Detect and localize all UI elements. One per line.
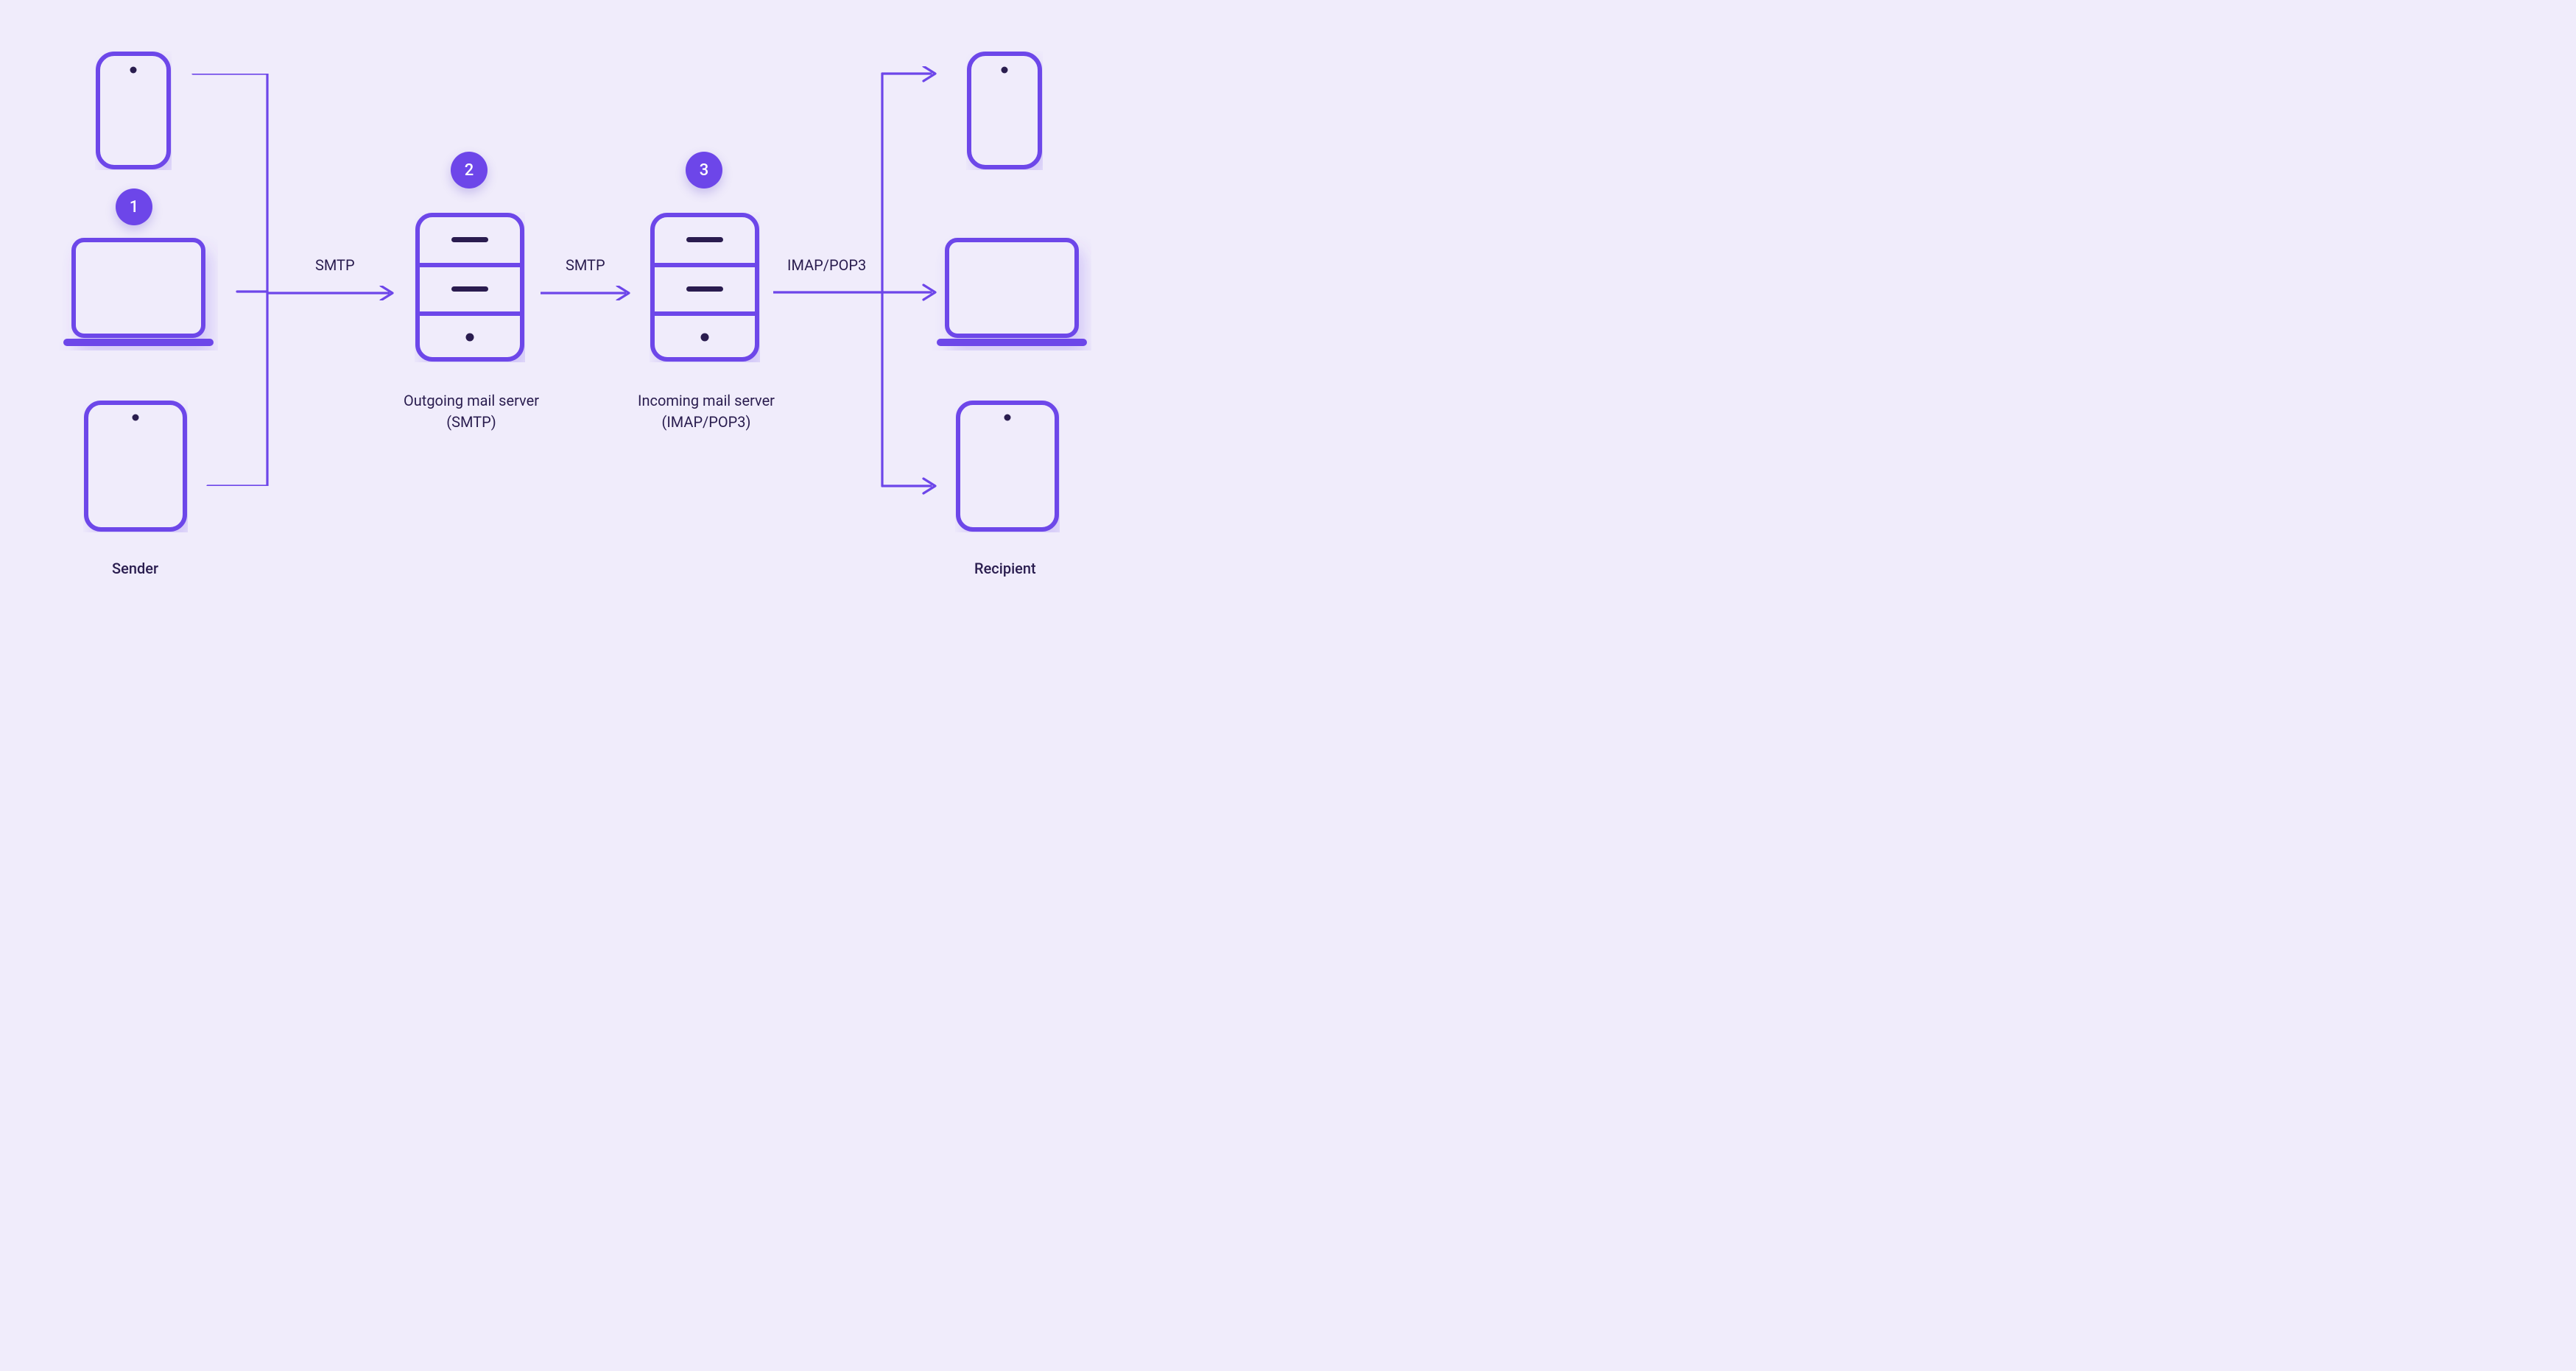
recipient-phone-icon (966, 51, 1043, 170)
incoming-server-line1: Incoming mail server (638, 392, 775, 409)
badge-3: 3 (686, 152, 722, 188)
arrow-2-label: SMTP (566, 256, 605, 274)
outgoing-server-label: Outgoing mail server (SMTP) (398, 390, 545, 433)
incoming-server-icon (650, 212, 760, 362)
sender-bracket (171, 74, 289, 486)
sender-label: Sender (112, 560, 158, 577)
badge-2: 2 (451, 152, 488, 188)
badge-2-text: 2 (465, 161, 474, 180)
outgoing-server-line1: Outgoing mail server (404, 392, 539, 409)
badge-3-text: 3 (700, 161, 709, 180)
arrow-1-label: SMTP (315, 256, 355, 274)
recipient-bracket (773, 66, 943, 508)
arrow-2 (541, 286, 636, 300)
sender-phone-icon (95, 51, 172, 170)
badge-1: 1 (116, 188, 152, 225)
outgoing-server-icon (415, 212, 525, 362)
badge-1-text: 1 (130, 198, 139, 216)
arrow-1 (267, 286, 400, 300)
incoming-server-label: Incoming mail server (IMAP/POP3) (633, 390, 780, 433)
diagram-canvas: 1 Sender (0, 0, 1147, 610)
recipient-laptop-icon (932, 236, 1091, 350)
incoming-server-line2: (IMAP/POP3) (661, 413, 750, 431)
recipient-label: Recipient (974, 560, 1036, 577)
outgoing-server-line2: (SMTP) (446, 413, 496, 431)
recipient-tablet-icon (955, 400, 1060, 532)
